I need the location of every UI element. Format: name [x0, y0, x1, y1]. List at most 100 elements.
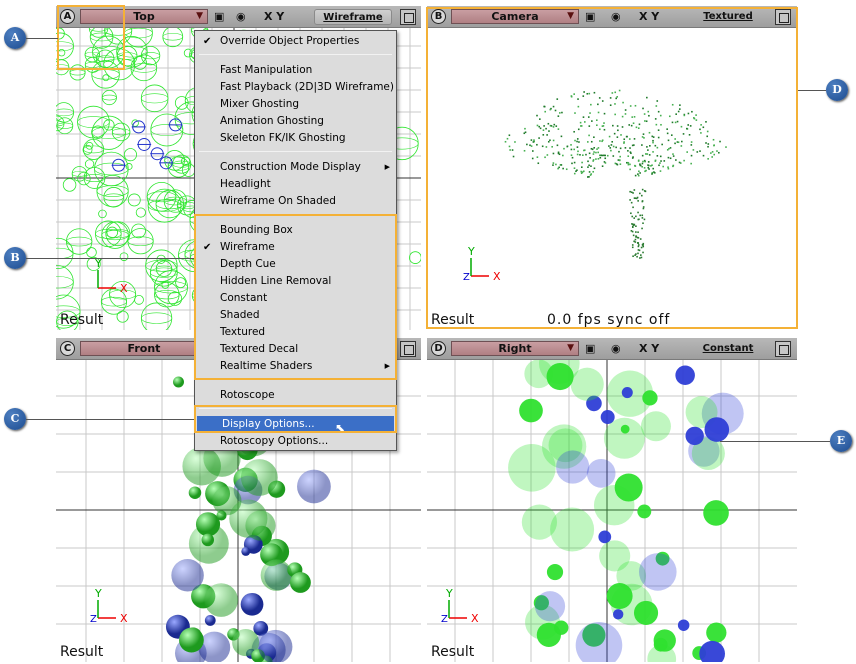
callout-line [720, 441, 830, 442]
blue-sphere [586, 458, 616, 488]
green-sphere [637, 504, 652, 519]
y-axis-label: Y [94, 587, 102, 600]
menu-item-headlight[interactable]: Headlight [195, 176, 396, 193]
wire-sphere [116, 310, 129, 323]
wire-sphere [101, 90, 117, 106]
maximize-icon[interactable] [400, 341, 416, 357]
blue-sphere [613, 609, 624, 620]
menu-item-fast-manipulation[interactable]: Fast Manipulation [195, 62, 396, 79]
green-sphere [519, 398, 543, 423]
blue-sphere [241, 546, 251, 556]
viewport-letter[interactable]: D [431, 341, 446, 356]
x-axis-label: X [120, 282, 128, 295]
result-label: Result [60, 644, 104, 660]
viewport-canvas[interactable]: X Y Z Result [427, 360, 797, 662]
green-sphere [201, 533, 215, 547]
blue-sphere [704, 417, 730, 442]
blue-sphere [297, 469, 331, 504]
menu-item-mixer-ghosting[interactable]: Mixer Ghosting [195, 96, 396, 113]
eye-icon[interactable]: ◉ [611, 341, 621, 357]
blue-sphere [534, 591, 566, 622]
camera-icon[interactable]: ▣ [214, 9, 224, 25]
camera-icon[interactable]: ▣ [585, 341, 595, 357]
green-sphere [240, 459, 278, 496]
camera-selector[interactable]: Front [80, 341, 208, 356]
green-sphere [706, 622, 727, 643]
green-sphere [182, 446, 221, 486]
eye-icon[interactable]: ◉ [236, 9, 246, 25]
wire-sphere-ring [124, 28, 153, 39]
callout-a: A [4, 27, 26, 49]
menu-item-construction-mode-display[interactable]: Construction Mode Display [195, 159, 396, 176]
green-sphere [546, 563, 564, 581]
xy-toggle[interactable]: X Y [639, 341, 659, 357]
green-sphere [642, 390, 658, 406]
green-sphere [195, 512, 221, 537]
wire-sphere-ring [69, 69, 86, 76]
result-label: Result [60, 312, 104, 328]
blue-sphere [171, 559, 204, 592]
viewport-header: D Right ▼ ▣ ◉ X Y Constant [427, 338, 797, 360]
green-sphere [245, 510, 276, 541]
xy-toggle[interactable]: X Y [264, 9, 284, 25]
wire-sphere [62, 178, 77, 192]
menu-item-wireframe-on-shaded[interactable]: Wireframe On Shaded [195, 193, 396, 210]
wire-sphere [106, 226, 119, 239]
wire-sphere [140, 45, 161, 66]
wire-sphere-ring [101, 94, 117, 101]
viewport-letter[interactable]: C [60, 341, 75, 356]
wire-sphere-ring [91, 126, 126, 139]
camera-label: Top [133, 10, 155, 23]
callout-line [26, 38, 58, 39]
wire-sphere [135, 207, 146, 218]
green-sphere [204, 583, 238, 617]
maximize-icon[interactable] [400, 9, 416, 25]
dropdown-arrow-icon: ▼ [196, 11, 203, 21]
wire-sphere [162, 28, 184, 48]
wire-sphere-ring [140, 93, 169, 104]
wire-sphere [127, 228, 154, 255]
green-sphere [521, 504, 558, 540]
wire-sphere-ring [162, 32, 184, 41]
menu-separator [199, 54, 392, 55]
wire-sphere [147, 188, 182, 223]
callout-line [26, 419, 194, 420]
menu-item-override-object-properties[interactable]: Override Object Properties [195, 33, 396, 50]
camera-selector[interactable]: Right ▼ [451, 341, 579, 356]
callout-b: B [4, 247, 26, 269]
wire-sphere [155, 189, 184, 219]
display-mode-button[interactable]: Wireframe [314, 9, 392, 25]
viewport-right[interactable]: D Right ▼ ▣ ◉ X Y Constant X Y Z Result [427, 338, 797, 662]
y-axis-label: Y [445, 587, 453, 600]
wire-sphere [83, 138, 105, 160]
x-axis-label: X [471, 612, 479, 625]
blue-sphere [638, 553, 677, 591]
menu-item-skeleton-fk-ik-ghosting[interactable]: Skeleton FK/IK Ghosting [195, 130, 396, 147]
callout-d: D [826, 79, 848, 101]
blue-sphere [240, 592, 264, 616]
wire-sphere [84, 159, 95, 169]
wire-sphere [134, 294, 144, 305]
result-label: Result [431, 644, 475, 660]
callout-c: C [4, 408, 26, 430]
wire-sphere [86, 247, 97, 258]
green-sphere [553, 620, 569, 635]
green-sphere [703, 500, 729, 526]
menu-item-rotoscope[interactable]: Rotoscope [195, 387, 396, 404]
display-mode-button[interactable]: Constant [689, 341, 767, 357]
menu-item-fast-playback-2d-3d-wireframe[interactable]: Fast Playback (2D|3D Wireframe) [195, 79, 396, 96]
menu-item-animation-ghosting[interactable]: Animation Ghosting [195, 113, 396, 130]
blue-sphere [675, 365, 695, 385]
green-sphere [640, 411, 671, 442]
maximize-icon[interactable] [775, 341, 791, 357]
blue-sphere [621, 387, 633, 399]
dropdown-arrow-icon: ▼ [567, 343, 574, 353]
blue-sphere [677, 619, 690, 631]
right-view-scene: X Y Z [427, 360, 797, 662]
wire-sphere [146, 181, 177, 212]
wire-sphere [409, 251, 421, 264]
blue-sphere [600, 410, 615, 425]
wire-sphere [155, 260, 173, 277]
highlight-display-options [194, 405, 397, 433]
menu-item-rotoscopy-options[interactable]: Rotoscopy Options... [195, 433, 396, 450]
